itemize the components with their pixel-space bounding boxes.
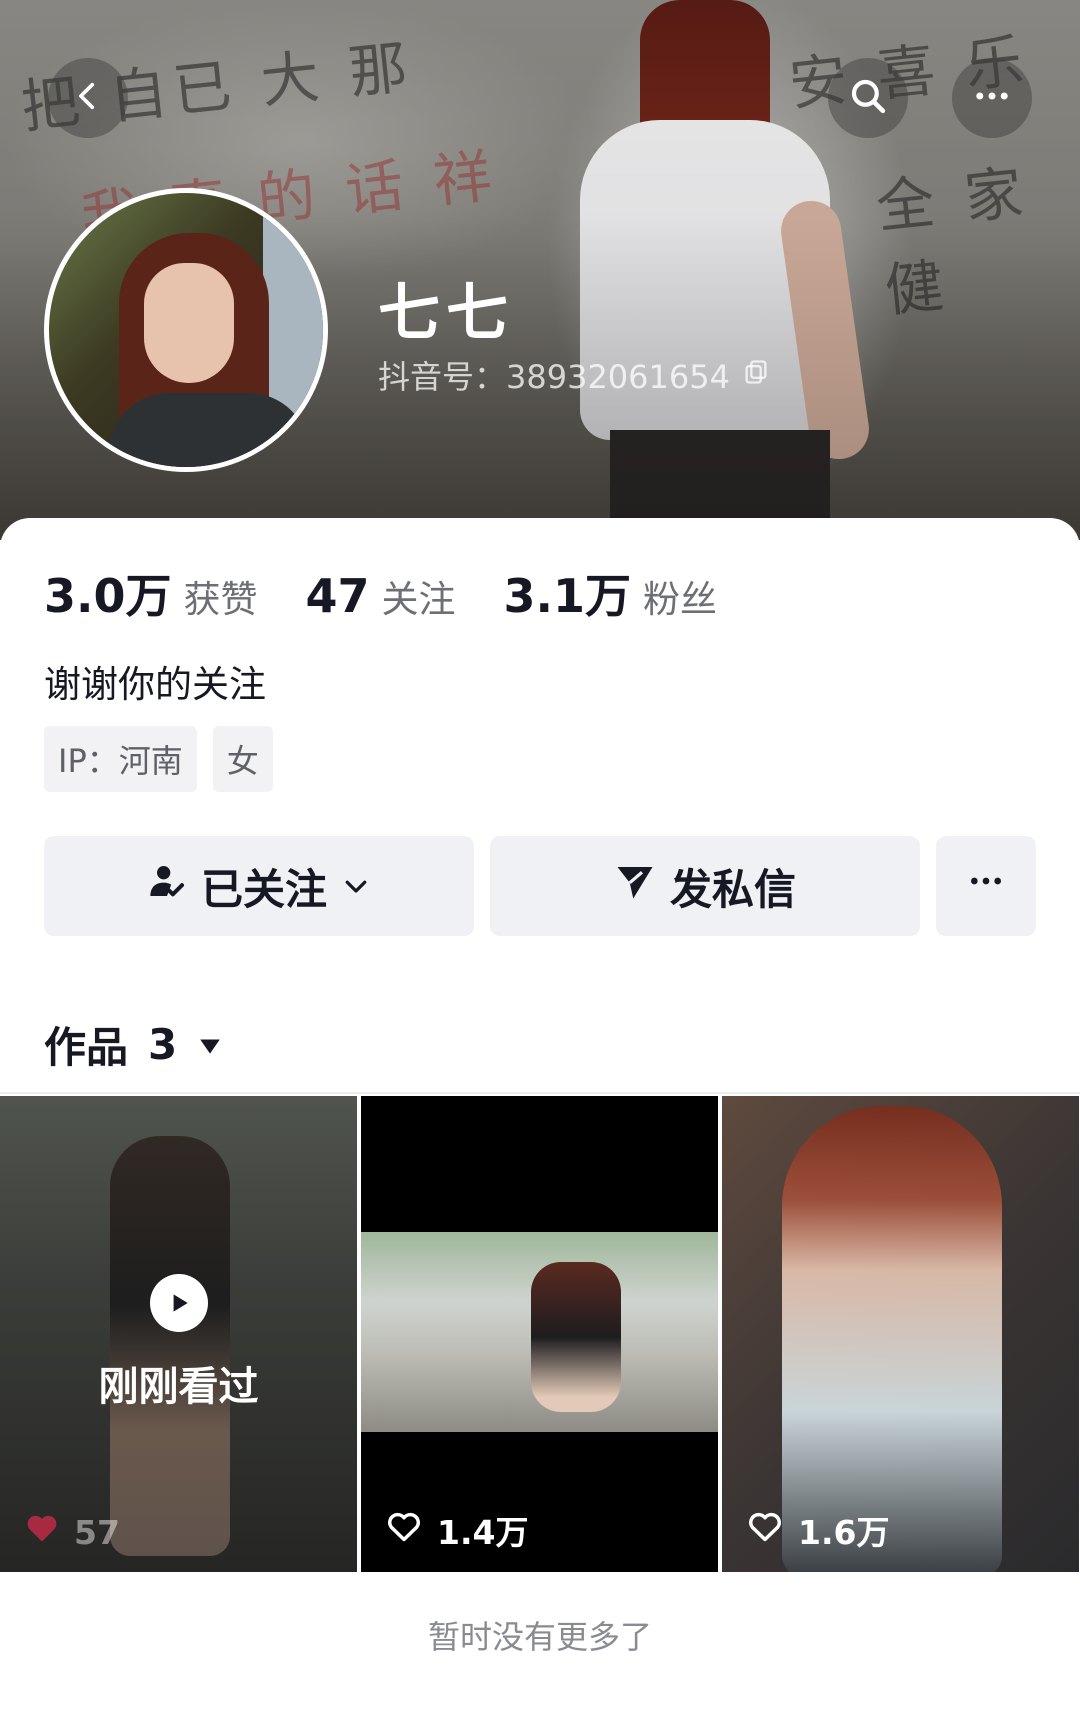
search-button[interactable] — [828, 58, 908, 138]
tab-divider — [0, 1092, 1080, 1094]
thumbnail-photo — [361, 1232, 718, 1432]
action-bar: 已关注 发私信 — [44, 836, 1036, 936]
message-label: 发私信 — [669, 864, 796, 914]
tab-works[interactable]: 作品 3 — [44, 1014, 223, 1075]
more-icon — [971, 75, 1013, 121]
stat-value: 3.1万 — [503, 569, 632, 623]
more-actions-button[interactable] — [936, 836, 1036, 936]
video-likes-count: 1.6万 — [798, 1513, 890, 1552]
follow-user-icon — [147, 861, 187, 911]
tag-gender: 女 — [212, 726, 273, 792]
heart-icon — [24, 1510, 60, 1554]
stat-label: 获赞 — [183, 578, 258, 621]
play-icon[interactable] — [150, 1274, 208, 1332]
douyin-id: 抖音号：38932061654 — [378, 358, 730, 396]
no-more-content-label: 暂时没有更多了 — [427, 1618, 652, 1656]
tab-works-label: 作品 — [44, 1023, 129, 1072]
copy-icon[interactable] — [742, 356, 770, 394]
avatar-face — [144, 263, 234, 383]
avatar[interactable] — [44, 188, 328, 472]
thumbnail-person — [782, 1106, 1002, 1572]
send-icon — [614, 860, 656, 912]
video-likes: 1.4万 — [385, 1506, 528, 1554]
video-likes: 57 — [24, 1510, 120, 1554]
caret-down-icon — [197, 1020, 223, 1069]
thumbnail-shade — [0, 1096, 357, 1572]
followed-button[interactable]: 已关注 — [44, 836, 474, 936]
tag-list: IP：河南 女 — [44, 726, 273, 792]
more-icon — [966, 861, 1006, 911]
video-card[interactable]: 1.4万 — [361, 1096, 718, 1572]
stat-label: 关注 — [381, 578, 456, 621]
bio: 谢谢你的关注 — [44, 663, 266, 706]
video-card[interactable]: 1.6万 — [722, 1096, 1079, 1572]
nickname: 七七 — [378, 276, 515, 349]
chevron-down-icon — [341, 862, 371, 911]
followed-label: 已关注 — [200, 864, 327, 914]
back-icon — [71, 79, 105, 117]
more-button[interactable] — [952, 58, 1032, 138]
message-button[interactable]: 发私信 — [490, 836, 920, 936]
video-likes-count: 57 — [74, 1512, 120, 1552]
douyin-id-row[interactable]: 抖音号：38932061654 — [378, 352, 770, 398]
heart-icon — [746, 1507, 784, 1553]
tag-ip-location: IP：河南 — [44, 726, 197, 792]
recently-viewed-label: 刚刚看过 — [98, 1364, 259, 1410]
stat-label: 粉丝 — [643, 578, 718, 621]
search-icon — [847, 75, 889, 121]
thumbnail-person — [531, 1262, 621, 1412]
video-grid: 刚刚看过 57 1.4万 1.6万 — [0, 1096, 1080, 1572]
back-button[interactable] — [48, 58, 128, 138]
stats-row: 3.0万 获赞 47 关注 3.1万 粉丝 — [44, 560, 765, 626]
video-likes-count: 1.4万 — [437, 1513, 529, 1552]
stat-likes[interactable]: 3.0万 获赞 — [44, 560, 258, 626]
stat-value: 3.0万 — [44, 569, 172, 623]
video-card[interactable]: 刚刚看过 57 — [0, 1096, 357, 1572]
stat-value: 47 — [305, 569, 370, 623]
video-likes: 1.6万 — [746, 1506, 889, 1554]
stat-following[interactable]: 47 关注 — [306, 569, 456, 623]
tab-works-count: 3 — [148, 1020, 178, 1069]
stat-followers[interactable]: 3.1万 粉丝 — [504, 560, 718, 626]
avatar-jacket — [109, 393, 309, 467]
heart-icon — [385, 1507, 423, 1553]
